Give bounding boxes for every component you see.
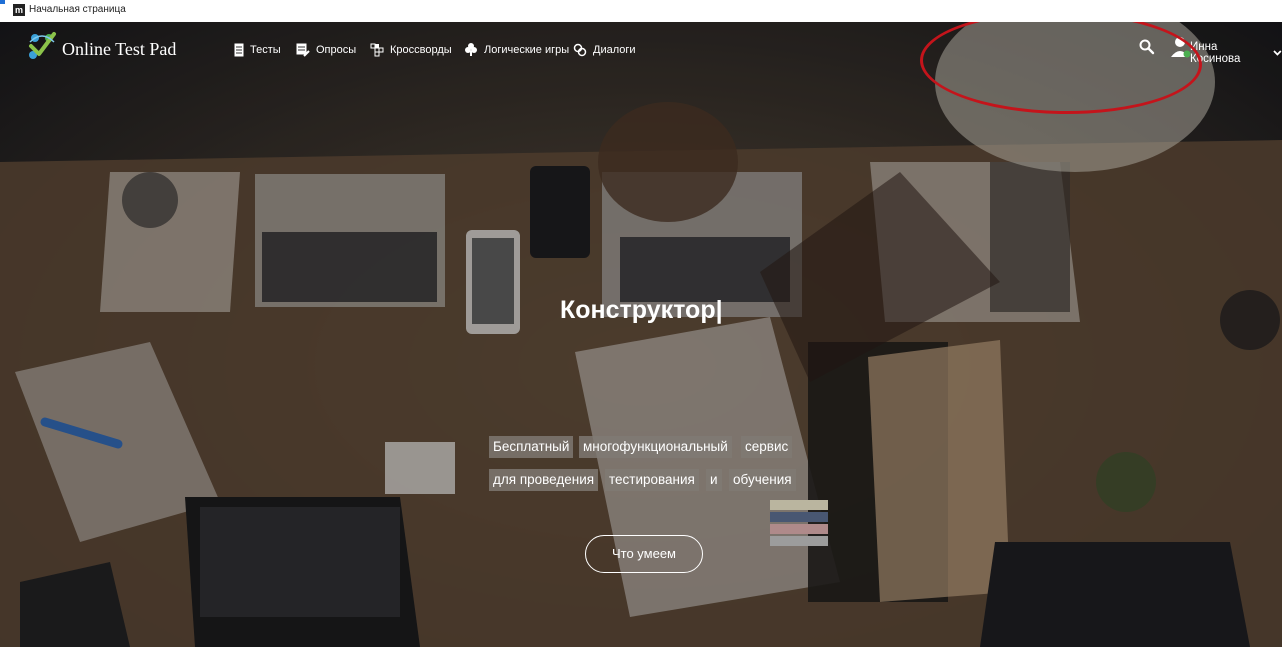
logo-icon[interactable] [24,28,60,64]
tagline-word: тестирования [605,469,699,491]
nav-item-crosswords[interactable]: Кроссворды [370,42,452,58]
tagline-word: обучения [729,469,796,491]
nav-label-dialogs: Диалоги [593,44,636,56]
tab-accent [0,0,5,4]
site-favicon-icon: m [13,4,25,16]
nav-label-tests: Тесты [250,44,281,56]
puzzle-icon [465,43,477,56]
tagline-word: и [706,469,722,491]
browser-tab-bar: m Начальная страница [0,0,1282,22]
chevron-down-icon [1273,50,1282,56]
nav-item-polls[interactable]: Опросы [296,42,356,58]
hero-section: Online Test Pad Тесты Опросы Кроссворды [0,22,1282,647]
user-name: Инна Косинова [1190,41,1241,65]
user-menu[interactable]: Инна Косинова [1190,41,1282,65]
nav-label-polls: Опросы [316,44,357,56]
tagline-word: многофункциональный [579,436,732,458]
poll-icon [296,43,310,57]
dialog-icon [573,43,587,57]
crossword-icon [370,43,384,57]
tagline-word: сервис [741,436,793,458]
tagline-word: Бесплатный [489,436,574,458]
nav-item-logic-games[interactable]: Логические игры [464,42,569,58]
test-icon [234,43,244,57]
tagline-word: для проведения [489,469,599,491]
nav-item-tests[interactable]: Тесты [234,42,281,58]
hero-headline: Конструктор| [560,296,723,324]
nav-label-crosswords: Кроссворды [390,44,452,56]
nav-item-dialogs[interactable]: Диалоги [573,42,636,58]
what-we-can-button[interactable]: Что умеем [585,535,703,573]
nav-label-logic-games: Логические игры [484,44,570,56]
tab-title[interactable]: Начальная страница [29,3,126,17]
logo-text[interactable]: Online Test Pad [62,39,176,60]
